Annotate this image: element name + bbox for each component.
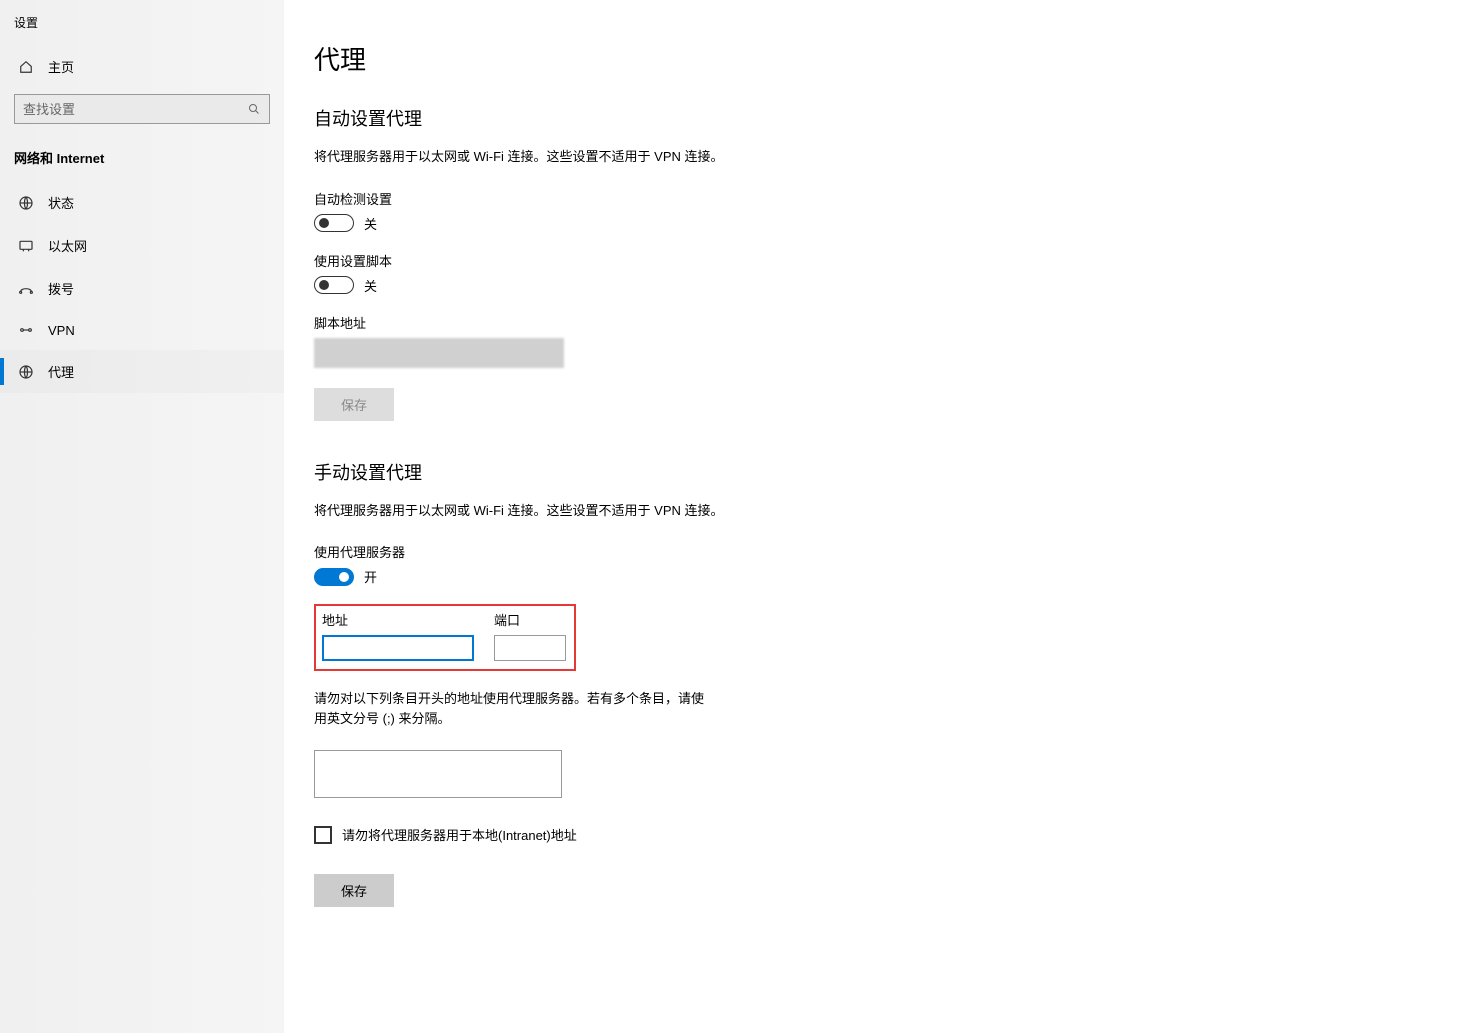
sidebar-item-status[interactable]: 状态 xyxy=(0,181,284,224)
sidebar-item-label: 代理 xyxy=(48,362,74,381)
auto-proxy-section: 自动设置代理 将代理服务器用于以太网或 Wi-Fi 连接。这些设置不适用于 VP… xyxy=(314,105,1452,421)
script-url-input[interactable] xyxy=(314,338,564,368)
auto-desc: 将代理服务器用于以太网或 Wi-Fi 连接。这些设置不适用于 VPN 连接。 xyxy=(314,147,814,167)
sidebar-item-dialup[interactable]: 拨号 xyxy=(0,267,284,310)
use-proxy-state: 开 xyxy=(364,567,377,586)
auto-save-button[interactable]: 保存 xyxy=(314,388,394,421)
sidebar-item-proxy[interactable]: 代理 xyxy=(0,350,284,393)
use-script-toggle[interactable] xyxy=(314,276,354,294)
address-port-highlight: 地址 端口 xyxy=(314,604,576,671)
sidebar: 设置 主页 网络和 Internet 状态 以太网 拨号 xyxy=(0,0,284,1033)
dialup-icon xyxy=(18,281,34,297)
use-proxy-toggle[interactable] xyxy=(314,568,354,586)
port-label: 端口 xyxy=(494,610,566,629)
local-bypass-label: 请勿将代理服务器用于本地(Intranet)地址 xyxy=(342,825,577,844)
auto-detect-toggle[interactable] xyxy=(314,214,354,232)
sidebar-item-vpn[interactable]: VPN xyxy=(0,310,284,350)
sidebar-item-ethernet[interactable]: 以太网 xyxy=(0,224,284,267)
manual-proxy-section: 手动设置代理 将代理服务器用于以太网或 Wi-Fi 连接。这些设置不适用于 VP… xyxy=(314,459,1452,908)
home-button[interactable]: 主页 xyxy=(0,47,284,86)
status-icon xyxy=(18,195,34,211)
sidebar-section-label: 网络和 Internet xyxy=(0,142,284,181)
manual-section-title: 手动设置代理 xyxy=(314,459,1452,485)
sidebar-item-label: 以太网 xyxy=(48,236,87,255)
main-content: 代理 自动设置代理 将代理服务器用于以太网或 Wi-Fi 连接。这些设置不适用于… xyxy=(284,0,1482,1033)
manual-desc: 将代理服务器用于以太网或 Wi-Fi 连接。这些设置不适用于 VPN 连接。 xyxy=(314,501,814,521)
local-bypass-checkbox[interactable] xyxy=(314,826,332,844)
home-label: 主页 xyxy=(48,57,74,76)
use-script-label: 使用设置脚本 xyxy=(314,251,1452,270)
sidebar-item-label: 拨号 xyxy=(48,279,74,298)
auto-detect-state: 关 xyxy=(364,214,377,233)
use-proxy-label: 使用代理服务器 xyxy=(314,542,1452,561)
port-input[interactable] xyxy=(494,635,566,661)
use-script-state: 关 xyxy=(364,276,377,295)
auto-detect-label: 自动检测设置 xyxy=(314,189,1452,208)
exclude-desc: 请勿对以下列条目开头的地址使用代理服务器。若有多个条目，请使用英文分号 (;) … xyxy=(314,689,714,728)
address-label: 地址 xyxy=(322,610,474,629)
app-title: 设置 xyxy=(0,10,284,47)
sidebar-item-label: VPN xyxy=(48,323,75,338)
address-input[interactable] xyxy=(322,635,474,661)
script-url-label: 脚本地址 xyxy=(314,313,1452,332)
proxy-icon xyxy=(18,364,34,380)
auto-section-title: 自动设置代理 xyxy=(314,105,1452,131)
ethernet-icon xyxy=(18,238,34,254)
manual-save-button[interactable]: 保存 xyxy=(314,874,394,907)
page-title: 代理 xyxy=(314,40,1452,77)
search-input[interactable] xyxy=(14,94,270,124)
sidebar-item-label: 状态 xyxy=(48,193,74,212)
exclude-input[interactable] xyxy=(314,750,562,798)
search-wrap xyxy=(0,86,284,142)
home-icon xyxy=(18,60,34,74)
vpn-icon xyxy=(18,322,34,338)
